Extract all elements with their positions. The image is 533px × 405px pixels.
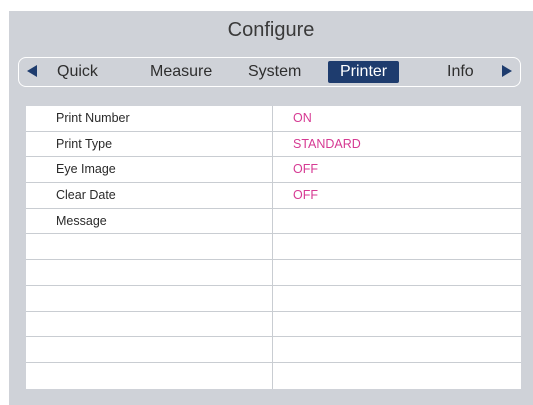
column-divider — [272, 106, 273, 389]
setting-label: Clear Date — [56, 188, 116, 203]
tab-bar: Quick Measure System Printer Info — [18, 57, 521, 87]
configure-panel: Configure Quick Measure System Printer I… — [9, 11, 533, 405]
setting-value[interactable]: OFF — [293, 183, 318, 207]
table-row-print-type[interactable]: Print Type STANDARD — [26, 132, 521, 158]
tab-system[interactable]: System — [248, 61, 301, 83]
table-row-empty — [26, 337, 521, 363]
tab-printer[interactable]: Printer — [328, 61, 400, 83]
setting-label: Message — [56, 213, 107, 228]
setting-label: Print Number — [56, 111, 130, 125]
page-title: Configure — [227, 19, 315, 41]
table-row-eye-image[interactable]: Eye Image OFF — [26, 157, 521, 184]
next-tab-arrow-icon[interactable] — [502, 65, 512, 77]
table-row-empty — [26, 235, 521, 261]
table-row-empty — [26, 286, 521, 312]
setting-value[interactable]: STANDARD — [293, 132, 361, 156]
table-row-print-number[interactable]: Print Number ON — [26, 106, 521, 132]
tab-measure[interactable]: Measure — [150, 61, 212, 83]
table-row-empty — [26, 363, 521, 389]
setting-value[interactable]: OFF — [293, 157, 318, 181]
setting-label: Eye Image — [56, 162, 116, 177]
prev-tab-arrow-icon[interactable] — [27, 65, 37, 77]
tab-quick[interactable]: Quick — [57, 61, 98, 83]
table-row-clear-date[interactable]: Clear Date OFF — [26, 183, 521, 209]
setting-value[interactable]: ON — [293, 106, 312, 130]
settings-table: Print Number ON Print Type STANDARD Eye … — [26, 106, 521, 389]
setting-label: Print Type — [56, 136, 113, 151]
table-row-empty — [26, 312, 521, 338]
tab-info[interactable]: Info — [447, 61, 474, 83]
table-row-message[interactable]: Message — [26, 209, 521, 235]
table-row-empty — [26, 260, 521, 286]
